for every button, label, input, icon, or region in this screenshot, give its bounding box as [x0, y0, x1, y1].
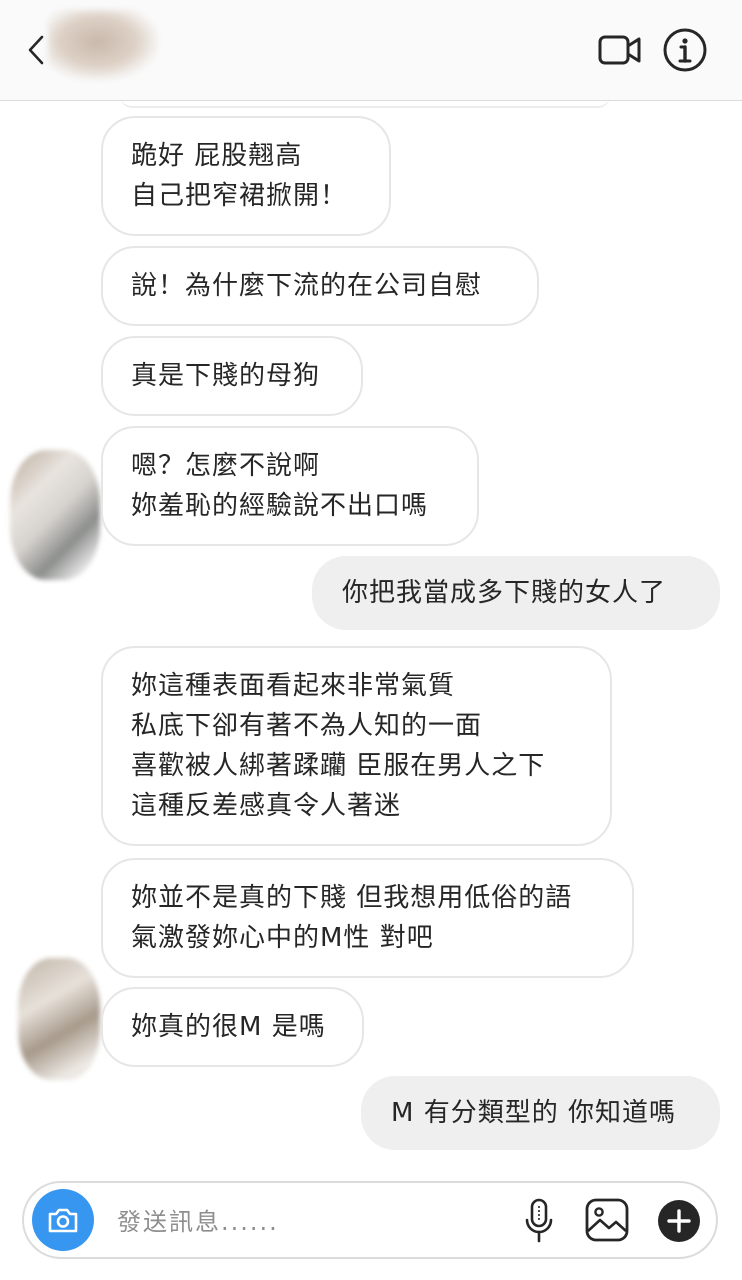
chat-header	[0, 0, 742, 101]
contact-avatar[interactable]	[18, 958, 100, 1080]
camera-button[interactable]	[32, 1189, 94, 1251]
message-composer: 發送訊息......	[22, 1181, 718, 1259]
incoming-message[interactable]: 真是下賤的母狗	[101, 336, 363, 416]
back-chevron-icon[interactable]	[26, 34, 46, 66]
microphone-icon[interactable]	[524, 1198, 554, 1244]
gallery-icon[interactable]	[585, 1198, 629, 1242]
message-input[interactable]: 發送訊息......	[117, 1202, 279, 1237]
video-call-icon[interactable]	[598, 33, 642, 67]
incoming-message[interactable]: 妳這種表面看起來非常氣質 私底下卻有著不為人知的一面 喜歡被人綁著蹂躪 臣服在男…	[101, 646, 612, 846]
outgoing-message[interactable]: M 有分類型的 你知道嗎	[361, 1076, 720, 1150]
outgoing-message[interactable]: 你把我當成多下賤的女人了	[312, 556, 720, 630]
incoming-message[interactable]: 嗯？怎麼不說啊 妳羞恥的經驗說不出口嗎	[101, 426, 479, 546]
contact-name-redacted[interactable]	[48, 10, 158, 80]
incoming-message[interactable]: 跪好 屁股翹高 自己把窄裙掀開！	[101, 116, 391, 236]
previous-message-edge	[120, 96, 610, 108]
add-content-icon[interactable]	[657, 1199, 701, 1243]
incoming-message[interactable]: 說！為什麼下流的在公司自慰	[101, 246, 539, 326]
camera-icon	[48, 1208, 78, 1233]
info-icon[interactable]	[662, 27, 708, 73]
incoming-message[interactable]: 妳真的很M 是嗎	[101, 987, 364, 1067]
contact-avatar[interactable]	[10, 450, 100, 580]
incoming-message[interactable]: 妳並不是真的下賤 但我想用低俗的語 氣激發妳心中的M性 對吧	[101, 858, 634, 978]
